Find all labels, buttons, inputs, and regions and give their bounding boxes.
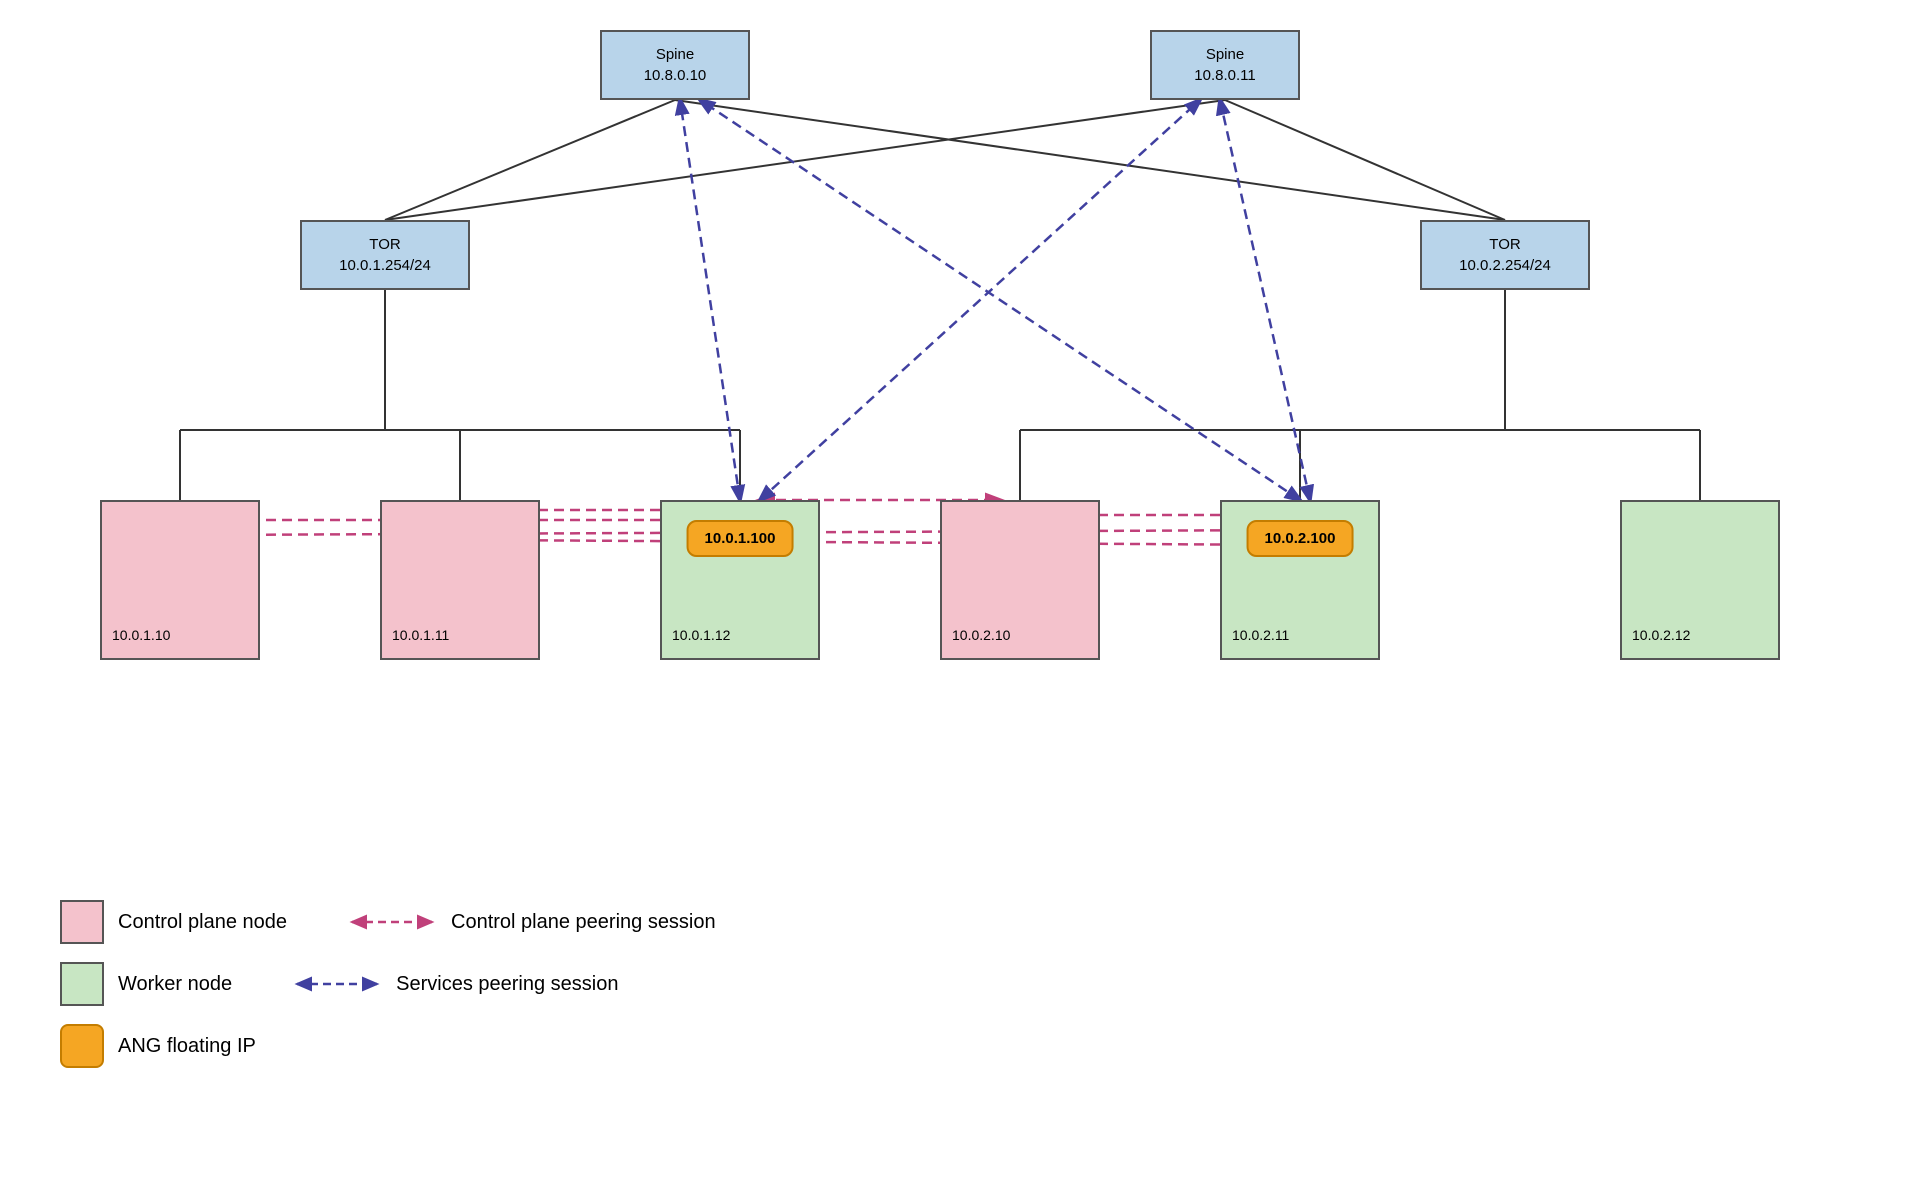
server3-floating-ip: 10.0.1.100 — [687, 520, 794, 557]
server6-ip: 10.0.2.12 — [1632, 626, 1690, 646]
legend-services-peering: Services peering session — [292, 972, 618, 996]
spine2-ip: 10.8.0.11 — [1194, 65, 1255, 86]
legend-control-box — [60, 900, 104, 944]
control-peering-arrow — [347, 910, 437, 934]
legend-control-peering: Control plane peering session — [347, 910, 716, 934]
network-diagram: Spine 10.8.0.10 Spine 10.8.0.11 TOR 10.0… — [0, 0, 1918, 900]
tor1-node: TOR 10.0.1.254/24 — [300, 220, 470, 290]
spine1-label: Spine — [656, 44, 694, 65]
server5-ip: 10.0.2.11 — [1232, 626, 1289, 646]
control-peering-svg — [347, 910, 437, 934]
connections-svg — [0, 0, 1918, 900]
spine1-node: Spine 10.8.0.10 — [600, 30, 750, 100]
tor2-label: TOR — [1489, 234, 1520, 255]
tor2-node: TOR 10.0.2.254/24 — [1420, 220, 1590, 290]
server4-node: 10.0.2.10 — [940, 500, 1100, 660]
services-peering-arrow — [292, 972, 382, 996]
legend-floating-ip-label: ANG floating IP — [118, 1035, 256, 1058]
legend-worker: Worker node — [60, 962, 232, 1006]
server3-ip: 10.0.1.12 — [672, 626, 730, 646]
server3-node: 10.0.1.100 10.0.1.12 — [660, 500, 820, 660]
spine2-label: Spine — [1206, 44, 1244, 65]
server1-node: 10.0.1.10 — [100, 500, 260, 660]
legend-control-label: Control plane node — [118, 911, 287, 934]
legend-row3: ANG floating IP — [60, 1024, 716, 1068]
legend-worker-box — [60, 962, 104, 1006]
legend-floating-ip-box — [60, 1024, 104, 1068]
legend-control-peering-label: Control plane peering session — [451, 911, 716, 934]
spine2-node: Spine 10.8.0.11 — [1150, 30, 1300, 100]
server1-ip: 10.0.1.10 — [112, 626, 170, 646]
tor1-label: TOR — [369, 234, 400, 255]
legend-services-peering-label: Services peering session — [396, 973, 618, 996]
legend-row1: Control plane node Control plane — [60, 900, 716, 944]
server2-node: 10.0.1.11 — [380, 500, 540, 660]
legend-row2: Worker node Services peering ses — [60, 962, 716, 1006]
spine1-ip: 10.8.0.10 — [644, 65, 707, 86]
tor1-ip: 10.0.1.254/24 — [339, 255, 431, 276]
server4-ip: 10.0.2.10 — [952, 626, 1010, 646]
server5-node: 10.0.2.100 10.0.2.11 — [1220, 500, 1380, 660]
services-peering-svg — [292, 972, 382, 996]
legend-control-plane: Control plane node — [60, 900, 287, 944]
legend-floating-ip: ANG floating IP — [60, 1024, 256, 1068]
legend: Control plane node Control plane — [60, 900, 716, 1068]
tor2-ip: 10.0.2.254/24 — [1459, 255, 1551, 276]
server5-floating-ip: 10.0.2.100 — [1247, 520, 1354, 557]
server6-node: 10.0.2.12 — [1620, 500, 1780, 660]
server2-ip: 10.0.1.11 — [392, 626, 449, 646]
legend-worker-label: Worker node — [118, 973, 232, 996]
